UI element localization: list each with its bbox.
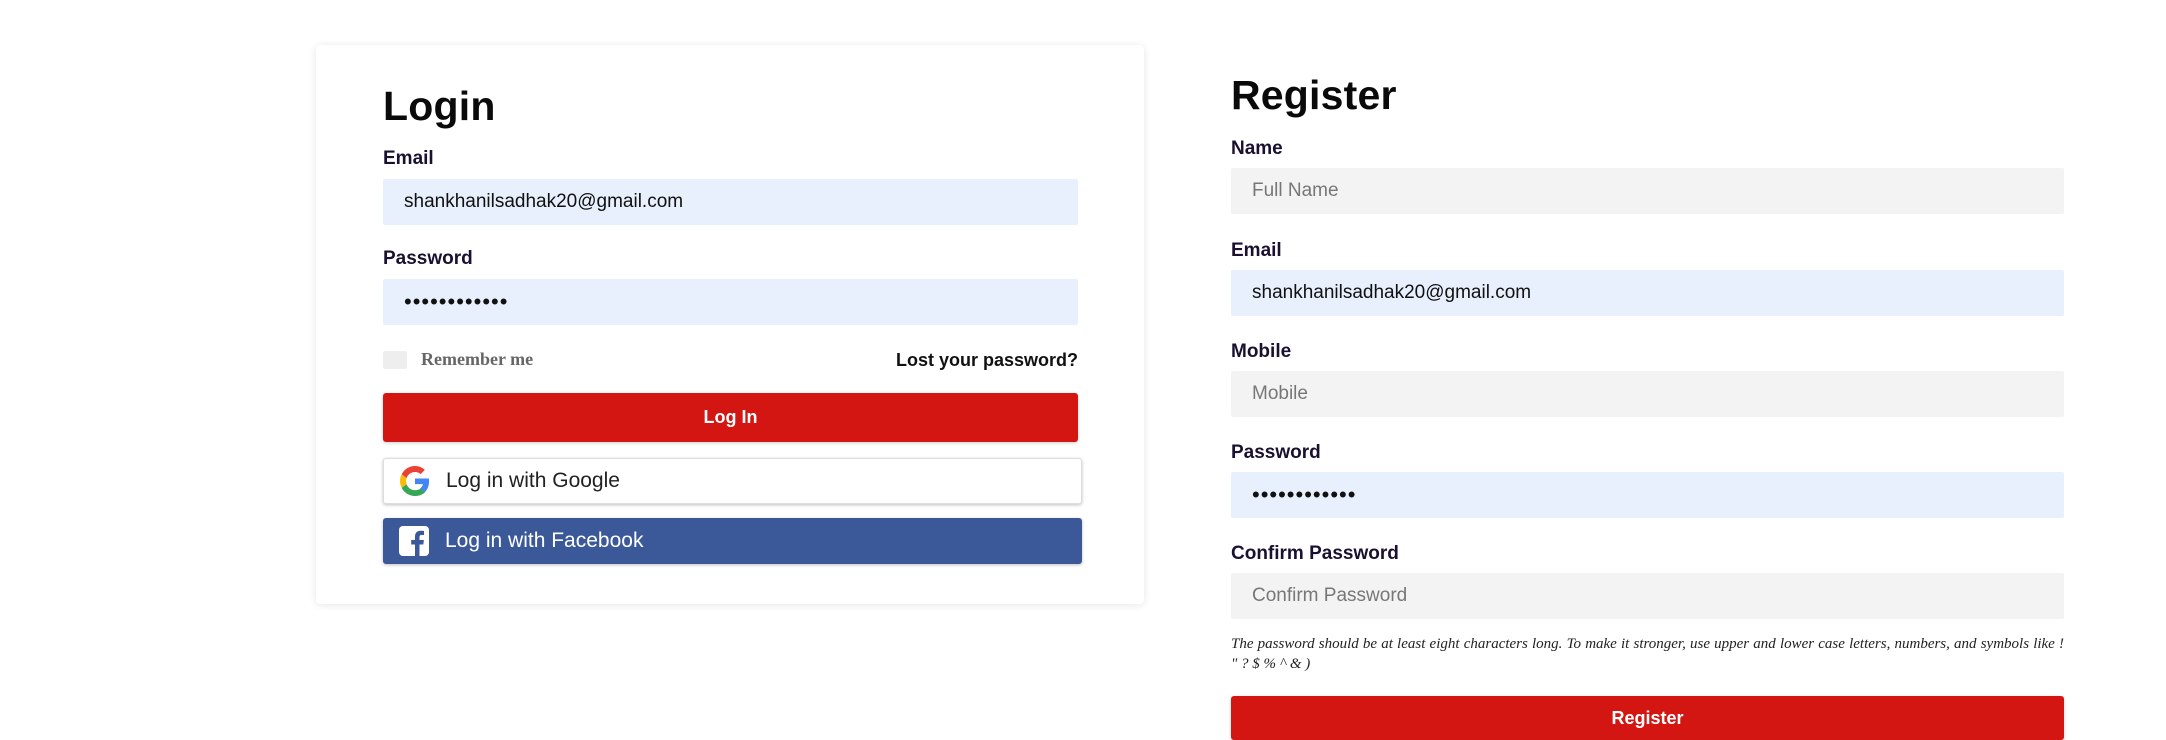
login-title: Login <box>383 83 496 129</box>
register-mobile-label: Mobile <box>1231 341 1292 362</box>
login-button[interactable]: Log In <box>383 393 1078 442</box>
google-login-button[interactable]: Log in with Google <box>383 458 1082 504</box>
login-password-input[interactable]: •••••••••••• <box>383 279 1078 325</box>
register-name-label: Name <box>1231 138 1283 159</box>
facebook-f-icon <box>397 524 431 558</box>
register-mobile-input[interactable]: Mobile <box>1231 371 2064 417</box>
login-email-input[interactable]: shankhanilsadhak20@gmail.com <box>383 179 1078 225</box>
google-g-icon <box>398 464 432 498</box>
remember-me-label: Remember me <box>421 349 534 369</box>
register-password-label: Password <box>1231 442 1321 463</box>
register-confirm-input[interactable]: Confirm Password <box>1231 573 2064 619</box>
facebook-login-label: Log in with Facebook <box>445 529 644 552</box>
register-button[interactable]: Register <box>1231 696 2064 740</box>
facebook-login-button[interactable]: Log in with Facebook <box>383 518 1082 564</box>
register-email-input[interactable]: shankhanilsadhak20@gmail.com <box>1231 270 2064 316</box>
lost-password-link[interactable]: Lost your password? <box>896 350 1078 371</box>
login-password-label: Password <box>383 248 473 269</box>
register-name-input[interactable]: Full Name <box>1231 168 2064 214</box>
register-password-input[interactable]: •••••••••••• <box>1231 472 2064 518</box>
register-confirm-label: Confirm Password <box>1231 543 1399 564</box>
google-login-label: Log in with Google <box>446 469 620 492</box>
register-title: Register <box>1231 72 1397 118</box>
register-email-label: Email <box>1231 240 1282 261</box>
password-hint: The password should be at least eight ch… <box>1231 636 2064 672</box>
remember-me-checkbox[interactable] <box>383 351 407 369</box>
login-email-label: Email <box>383 148 434 169</box>
